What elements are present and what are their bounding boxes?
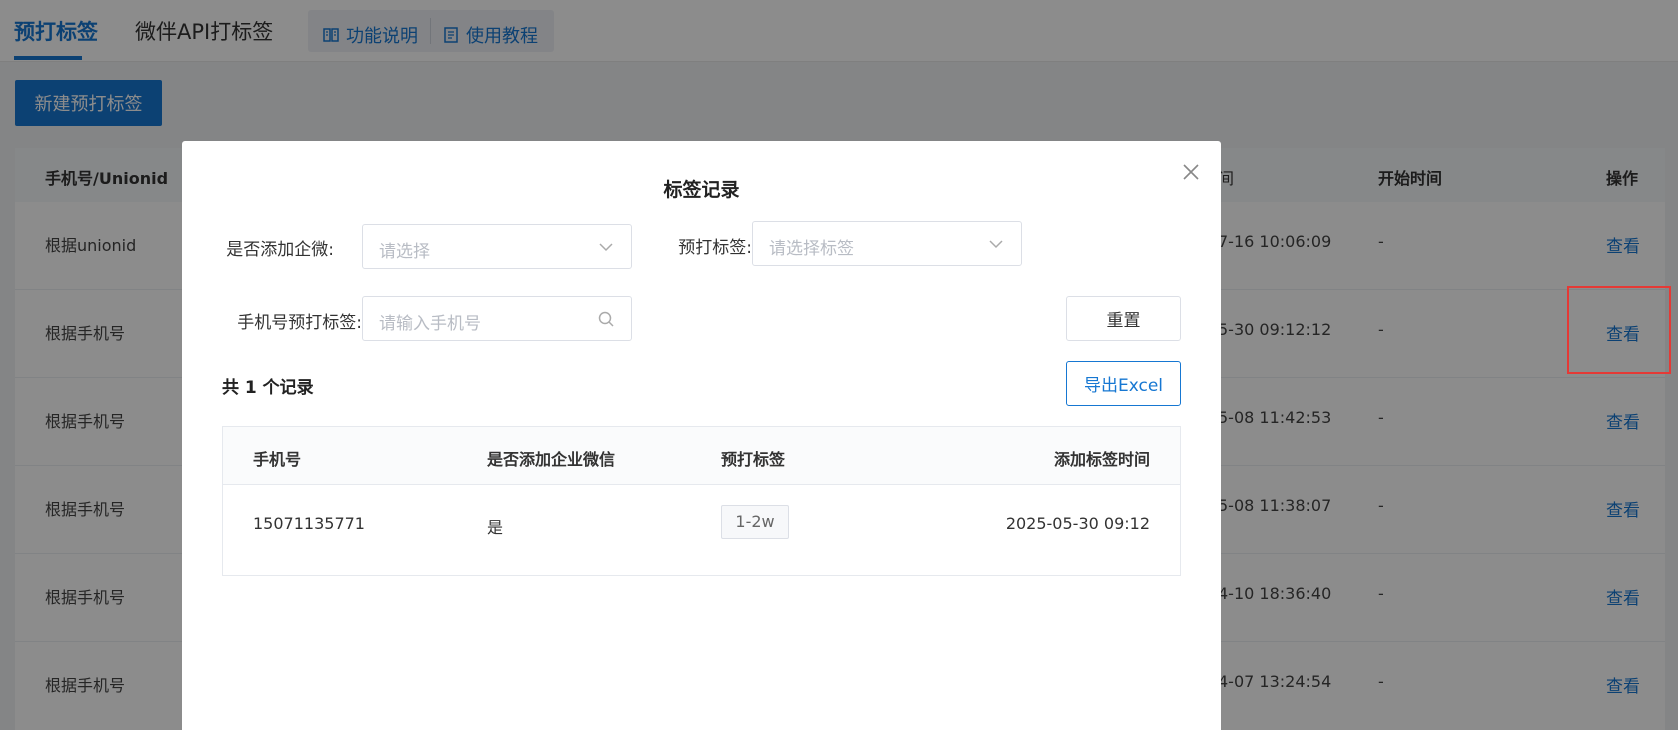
dialog-title: 标签记录 (663, 179, 740, 201)
tag-badge: 1-2w (721, 505, 789, 539)
cell-added: 是 (487, 518, 504, 537)
chevron-down-icon (989, 240, 1003, 249)
added-wecom-placeholder: 请选择 (379, 242, 430, 262)
header-phone: 手机号 (253, 450, 302, 469)
added-wecom-select[interactable]: 请选择 (362, 224, 632, 269)
reset-button[interactable]: 重置 (1066, 296, 1181, 341)
export-excel-button[interactable]: 导出Excel (1066, 361, 1181, 406)
added-wecom-label: 是否添加企微: (226, 240, 334, 260)
highlight-box (1567, 286, 1671, 374)
tag-record-dialog: 标签记录 是否添加企微: 请选择 预打标签: 请选择标签 手机号预打标签: 请输… (182, 141, 1221, 730)
header-added-wecom: 是否添加企业微信 (487, 450, 616, 469)
preset-tag-label: 预打标签: (678, 238, 752, 258)
phone-placeholder: 请输入手机号 (379, 314, 481, 334)
cell-phone: 15071135771 (253, 514, 365, 533)
chevron-down-icon (599, 243, 613, 252)
search-icon (598, 311, 614, 327)
close-icon[interactable] (1180, 161, 1202, 183)
header-add-time: 添加标签时间 (1053, 450, 1150, 469)
record-table-header: 手机号 是否添加企业微信 预打标签 添加标签时间 (223, 427, 1180, 485)
cell-add-time: 2025-05-30 09:12 (1005, 514, 1150, 533)
header-preset-tag: 预打标签 (721, 450, 786, 469)
phone-preset-label: 手机号预打标签: (237, 313, 362, 333)
phone-input[interactable]: 请输入手机号 (362, 296, 632, 341)
record-count: 共 1 个记录 (222, 378, 314, 398)
preset-tag-select[interactable]: 请选择标签 (752, 221, 1022, 266)
record-table: 手机号 是否添加企业微信 预打标签 添加标签时间 15071135771 是 1… (222, 426, 1181, 576)
preset-tag-placeholder: 请选择标签 (769, 239, 854, 259)
